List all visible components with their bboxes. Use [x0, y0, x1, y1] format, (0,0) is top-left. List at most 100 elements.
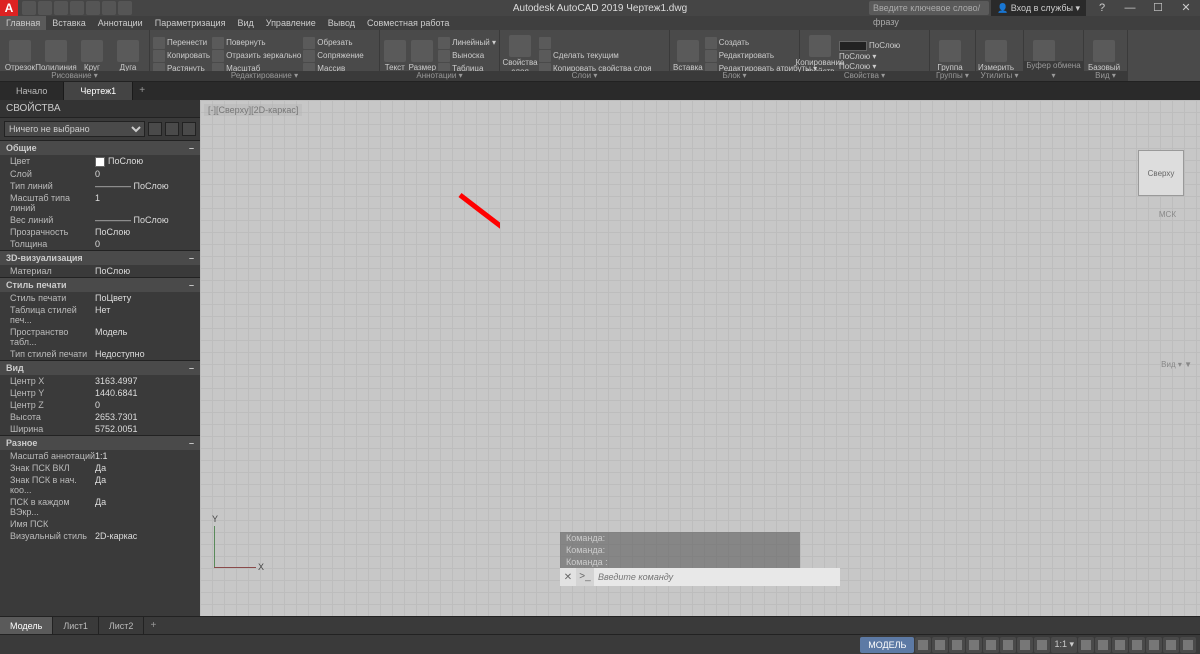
modify-item[interactable]: Копировать: [153, 50, 210, 62]
match-properties-button[interactable]: Копирование свойств: [803, 35, 837, 76]
doc-tab[interactable]: Начало: [0, 82, 64, 100]
prop-row[interactable]: Таблица стилей печ...Нет: [0, 304, 200, 326]
measure-button[interactable]: Измерить: [979, 40, 1013, 72]
prop-row[interactable]: Имя ПСК: [0, 518, 200, 530]
status-ortho-icon[interactable]: [949, 637, 965, 653]
linetype-dropdown[interactable]: ПоСлою ▾: [839, 62, 900, 71]
lineweight-dropdown[interactable]: ПоСлою ▾: [839, 52, 900, 61]
ribbon-tab-7[interactable]: Совместная работа: [361, 16, 455, 30]
color-swatch[interactable]: [839, 41, 867, 51]
prop-section-header[interactable]: Разное–: [0, 435, 200, 450]
prop-row[interactable]: Тип линий———— ПоСлою: [0, 180, 200, 192]
prop-row[interactable]: Ширина5752.0051: [0, 423, 200, 435]
prop-row[interactable]: Масштаб типа линий1: [0, 192, 200, 214]
layout-tab[interactable]: Модель: [0, 617, 53, 634]
draw-дуга[interactable]: Дуга: [111, 40, 145, 72]
prop-row[interactable]: Высота2653.7301: [0, 411, 200, 423]
status-annoscale-button[interactable]: 1:1 ▾: [1051, 637, 1077, 653]
infocenter-search[interactable]: Введите ключевое слово/фразу: [869, 1, 989, 15]
modify-item[interactable]: Повернуть: [212, 37, 301, 49]
dimension-button[interactable]: Размер: [409, 40, 437, 72]
command-close-button[interactable]: ✕: [560, 572, 576, 583]
prop-row[interactable]: ПСК в каждом ВЭкр...Да: [0, 496, 200, 518]
draw-круг[interactable]: Круг: [75, 40, 109, 72]
layer-item[interactable]: Сделать текущим: [539, 50, 651, 62]
status-otrack-icon[interactable]: [1000, 637, 1016, 653]
qat-open-icon[interactable]: [38, 1, 52, 15]
prop-row[interactable]: Толщина0: [0, 238, 200, 250]
layout-tab[interactable]: Лист1: [53, 617, 99, 634]
window-minimize-icon[interactable]: —: [1116, 0, 1144, 16]
prop-row[interactable]: Знак ПСК в нач. коо...Да: [0, 474, 200, 496]
status-osnap-icon[interactable]: [983, 637, 999, 653]
status-lineweight-icon[interactable]: [1017, 637, 1033, 653]
prop-section-header[interactable]: Вид–: [0, 360, 200, 375]
color-dropdown[interactable]: ПоСлою: [869, 41, 900, 50]
prop-row[interactable]: Знак ПСК ВКЛДа: [0, 462, 200, 474]
prop-row[interactable]: ЦветПоСлою: [0, 155, 200, 168]
prop-row[interactable]: Пространство табл...Модель: [0, 326, 200, 348]
qat-save-icon[interactable]: [54, 1, 68, 15]
ribbon-tab-5[interactable]: Управление: [260, 16, 322, 30]
prop-row[interactable]: ПрозрачностьПоСлою: [0, 226, 200, 238]
viewcube[interactable]: Сверху: [1138, 150, 1184, 196]
insert-block-button[interactable]: Вставка: [673, 40, 703, 72]
ribbon-tab-3[interactable]: Параметризация: [149, 16, 232, 30]
new-layout-button[interactable]: +: [144, 617, 162, 634]
prop-row[interactable]: Центр Y1440.6841: [0, 387, 200, 399]
quickselect-button[interactable]: [148, 122, 162, 136]
modify-item[interactable]: Отразить зеркально: [212, 50, 301, 62]
status-customize-icon[interactable]: [1180, 637, 1196, 653]
status-cleanscreen-icon[interactable]: [1163, 637, 1179, 653]
ribbon-tab-1[interactable]: Вставка: [46, 16, 91, 30]
baseview-button[interactable]: Базовый: [1087, 40, 1121, 72]
ribbon-tab-0[interactable]: Главная: [0, 16, 46, 30]
qat-redo-icon[interactable]: [118, 1, 132, 15]
doc-tab[interactable]: Чертеж1: [64, 82, 133, 100]
help-icon[interactable]: ?: [1088, 0, 1116, 16]
status-monitor-icon[interactable]: [1112, 637, 1128, 653]
status-polar-icon[interactable]: [966, 637, 982, 653]
status-workspace-icon[interactable]: [1095, 637, 1111, 653]
status-grid-icon[interactable]: [915, 637, 931, 653]
qat-new-icon[interactable]: [22, 1, 36, 15]
window-maximize-icon[interactable]: ☐: [1144, 0, 1172, 16]
prop-section-header[interactable]: Стиль печати–: [0, 277, 200, 292]
layer-item[interactable]: [539, 37, 651, 49]
group-button[interactable]: Группа: [933, 40, 967, 72]
qat-saveas-icon[interactable]: [70, 1, 84, 15]
selection-dropdown[interactable]: Ничего не выбрано: [4, 121, 145, 137]
selectobjects-button[interactable]: [182, 122, 196, 136]
ribbon-tab-4[interactable]: Вид: [231, 16, 259, 30]
prop-row[interactable]: Тип стилей печатиНедоступно: [0, 348, 200, 360]
drawing-canvas[interactable]: [-][Сверху][2D-каркас] Сверху МСК Вид ▾ …: [200, 100, 1200, 616]
prop-row[interactable]: Стиль печатиПоЦвету: [0, 292, 200, 304]
text-button[interactable]: Текст: [383, 40, 407, 72]
draw-отрезок[interactable]: Отрезок: [3, 40, 37, 72]
sign-in-button[interactable]: 👤 Вход в службы ▾: [991, 0, 1086, 16]
layer-properties-button[interactable]: Свойства слоя: [503, 35, 537, 76]
qat-undo-icon[interactable]: [102, 1, 116, 15]
layout-tab[interactable]: Лист2: [99, 617, 145, 634]
pickadd-button[interactable]: [165, 122, 179, 136]
annot-item[interactable]: Выноска: [438, 50, 496, 62]
status-hardware-icon[interactable]: [1129, 637, 1145, 653]
navbar-view[interactable]: Вид ▾ ▼: [1161, 360, 1192, 369]
prop-row[interactable]: Слой0: [0, 168, 200, 180]
qat-plot-icon[interactable]: [86, 1, 100, 15]
annot-item[interactable]: Линейный ▾: [438, 37, 496, 49]
window-close-icon[interactable]: ✕: [1172, 0, 1200, 16]
modify-item[interactable]: Обрезать: [303, 37, 363, 49]
status-annovisibility-icon[interactable]: [1078, 637, 1094, 653]
modify-item[interactable]: Сопряжение: [303, 50, 363, 62]
status-snap-icon[interactable]: [932, 637, 948, 653]
status-model-button[interactable]: МОДЕЛЬ: [860, 637, 914, 653]
modify-item[interactable]: Перенести: [153, 37, 210, 49]
command-input[interactable]: [594, 568, 840, 586]
prop-section-header[interactable]: 3D-визуализация–: [0, 250, 200, 265]
ribbon-tab-6[interactable]: Вывод: [322, 16, 361, 30]
draw-полилиния[interactable]: Полилиния: [39, 40, 73, 72]
app-menu-button[interactable]: A: [0, 0, 18, 16]
ribbon-tab-2[interactable]: Аннотации: [92, 16, 149, 30]
prop-row[interactable]: Центр X3163.4997: [0, 375, 200, 387]
